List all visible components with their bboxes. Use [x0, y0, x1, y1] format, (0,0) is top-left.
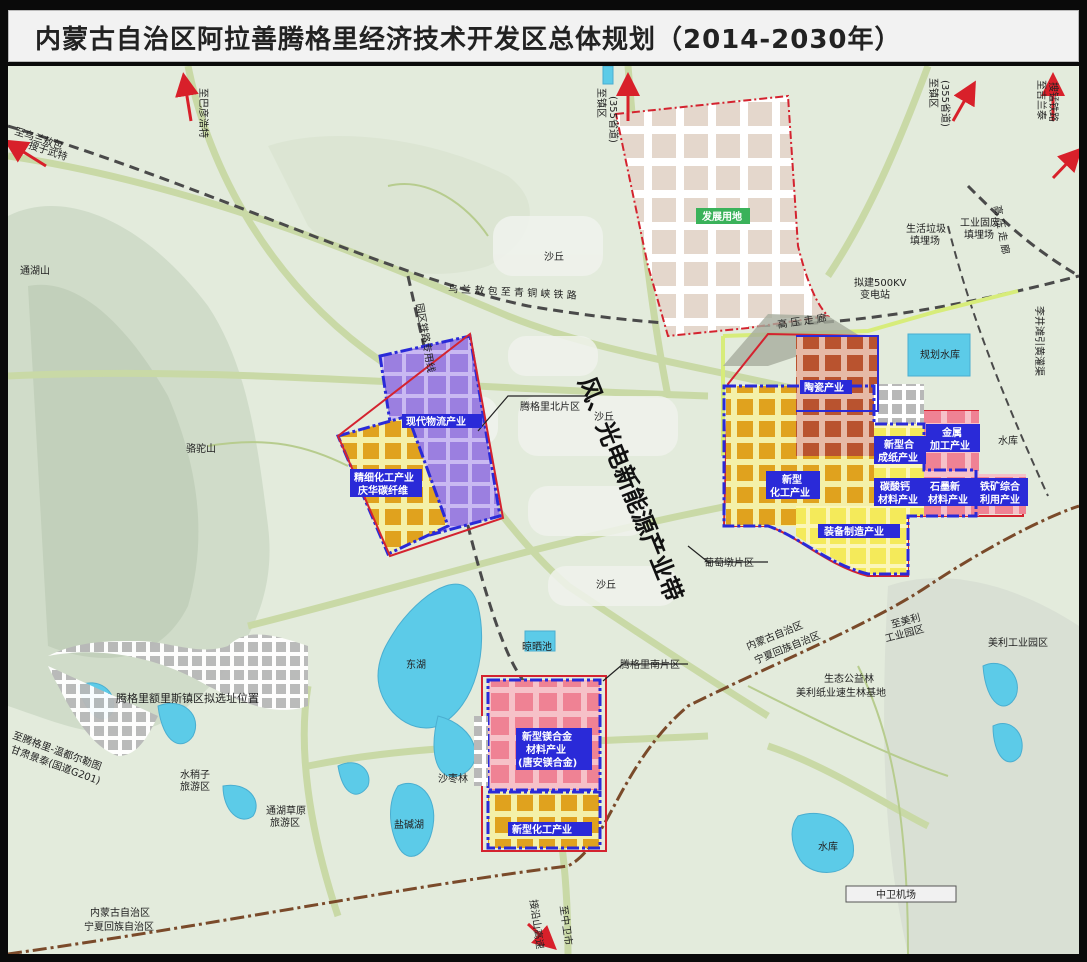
label-garbage2: 填埋场: [910, 234, 940, 247]
zone-logistics: 现代物流产业: [406, 415, 466, 428]
label-grape-area: 葡萄墩片区: [704, 556, 754, 569]
zone-metal2: 加工产业: [929, 439, 970, 452]
label-bayanhot: 至巴彦浩特: [197, 88, 210, 138]
label-shaqiu1: 沙丘: [544, 251, 564, 263]
zone-metal: 金属: [941, 426, 962, 439]
north-district: [335, 332, 505, 558]
east-lake-water: [377, 583, 483, 729]
map-frame: 内蒙古自治区阿拉善腾格里经济技术开发区总体规划（2014-2030年） 至乌兰敖…: [0, 0, 1087, 962]
label-wulan-rail2: 搜锰铁路: [1047, 82, 1060, 122]
label-zhenzhen-road: (355省道): [607, 96, 620, 143]
label-reservoir: 水库: [998, 434, 1018, 447]
label-reservoir2: 水库: [818, 840, 838, 853]
zone-equipment: 装备制造产业: [823, 525, 884, 538]
zone-graphite2: 材料产业: [928, 493, 968, 506]
label-zhenzhen2-road: (355省道): [939, 80, 952, 127]
title-bar: 内蒙古自治区阿拉善腾格里经济技术开发区总体规划（2014-2030年）: [8, 10, 1079, 62]
label-eco-forest: 生态公益林: [824, 672, 874, 685]
label-garbage: 生活垃圾: [906, 222, 946, 235]
zone-mining2: 利用产业: [980, 493, 1020, 506]
zone-magnesium3: (唐安镁合金): [518, 756, 577, 769]
label-sun-pond: 晾晒池: [522, 640, 552, 653]
map-canvas: 至乌兰敖包 搜于武特 至巴彦浩特 至镇区 (355省道) 至镇区 (355省道)…: [8, 66, 1079, 954]
label-zhongwei: 至中卫市: [557, 905, 575, 946]
label-zhenzhen: 至镇区: [595, 88, 608, 118]
zone-graphite: 石墨新: [929, 480, 960, 493]
label-south-area: 腾格里南片区: [620, 658, 680, 671]
label-border-bottom: 宁夏回族自治区: [84, 920, 154, 933]
label-tonghu: 通湖山: [20, 265, 50, 277]
label-eco-forest2: 美利纸业速生林基地: [796, 686, 886, 699]
label-shaqiu3: 沙丘: [596, 579, 616, 591]
label-shuizhi2: 旅游区: [180, 780, 210, 793]
zone-composite: 新型合: [884, 438, 915, 451]
label-shuizhi: 水稍子: [180, 768, 210, 781]
zone-new-chem2: 化工产业: [770, 486, 810, 499]
label-meili-park: 美利工业园区: [988, 636, 1048, 649]
zone-mining: 铁矿综合: [980, 480, 1021, 493]
zone-fine-chem2: 庆华碳纤维: [357, 484, 408, 497]
label-luotuo: 骆驼山: [186, 442, 216, 455]
label-grassland2: 旅游区: [270, 816, 300, 829]
zone-magnesium: 新型镁合金: [522, 730, 573, 743]
zone-composite2: 成纸产业: [878, 451, 918, 464]
label-hv-corridor2: 高 压 走 廊: [991, 204, 1012, 255]
label-shazao: 沙枣林: [438, 772, 468, 785]
label-reservoir-plan: 规划水库: [920, 348, 960, 361]
label-salt-lake: 盐碱湖: [394, 818, 424, 831]
zone-ceramics: 陶瓷产业: [804, 381, 844, 394]
zone-south-chem: 新型化工产业: [512, 823, 572, 836]
zone-magnesium2: 材料产业: [526, 743, 566, 756]
map-title: 内蒙古自治区阿拉善腾格里经济技术开发区总体规划（2014-2030年）: [35, 25, 902, 55]
label-substation2: 变电站: [860, 288, 890, 301]
label-industrial-waste2: 填埋场: [964, 228, 994, 241]
label-lijing: 李井滩引黄灌渠: [1033, 306, 1046, 376]
zone-calcium2: 材料产业: [878, 493, 918, 506]
label-zhenzhen2: 至镇区: [927, 78, 940, 108]
label-border-top: 内蒙古自治区: [90, 906, 150, 919]
label-east-lake: 东湖: [406, 658, 426, 671]
label-grassland: 通湖草原: [266, 805, 306, 817]
label-substation: 拟建500KV: [854, 276, 907, 289]
label-dev-land: 发展用地: [701, 210, 742, 223]
map-svg: 至乌兰敖包 搜于武特 至巴彦浩特 至镇区 (355省道) 至镇区 (355省道)…: [8, 66, 1079, 954]
zone-new-chem: 新型: [782, 473, 802, 486]
label-wulan-rail: 至吉兰泰: [1035, 80, 1048, 120]
zone-fine-chem: 精细化工产业: [354, 471, 414, 484]
zone-calcium: 碳酸钙: [880, 480, 910, 493]
label-town-site: 腾格里额里斯镇区拟选址位置: [116, 691, 259, 705]
label-north-area: 腾格里北片区: [520, 400, 580, 413]
label-airport: 中卫机场: [876, 888, 916, 901]
